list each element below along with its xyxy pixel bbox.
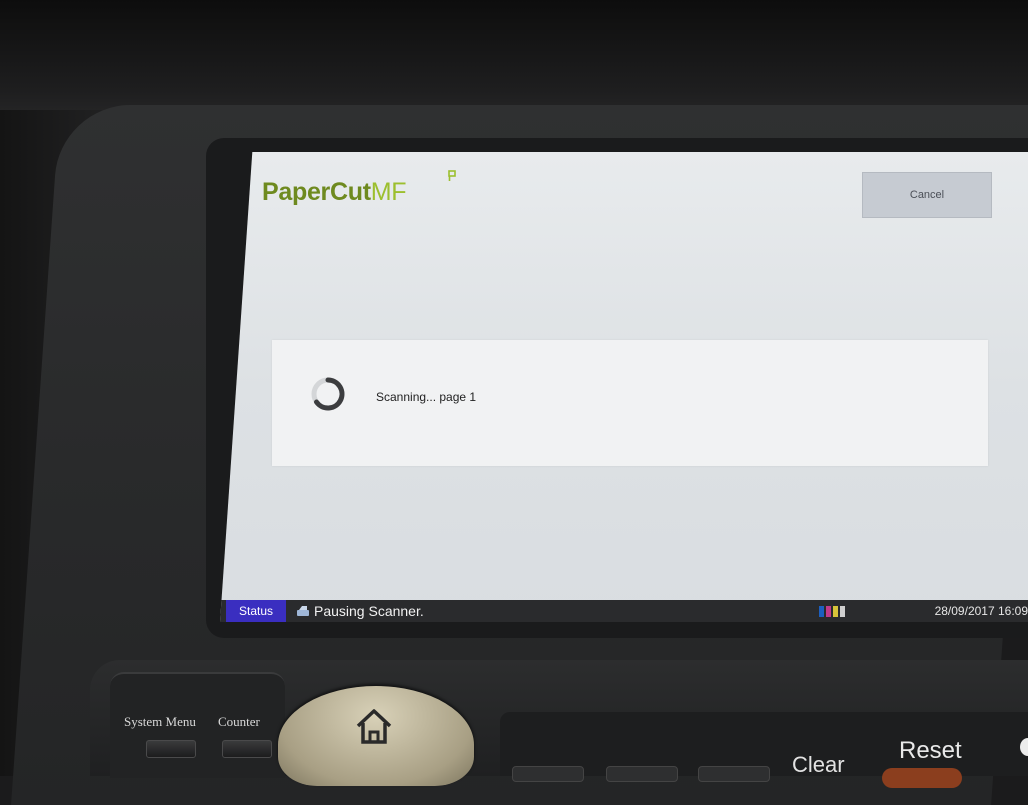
home-icon bbox=[356, 709, 392, 744]
logo-mark-icon bbox=[448, 170, 456, 181]
scan-progress-panel: Scanning... page 1 bbox=[272, 340, 988, 466]
reset-label: Reset bbox=[899, 737, 962, 764]
logo-suffix: MF bbox=[370, 178, 407, 206]
function-key-1[interactable] bbox=[512, 766, 584, 782]
left-key-block: System Menu Counter bbox=[110, 672, 285, 778]
scan-status-text: Scanning... page 1 bbox=[376, 390, 477, 404]
touch-screen: PaperCutMF Cancel Scanning... page 1 Sta… bbox=[220, 152, 1028, 622]
function-key-2[interactable] bbox=[606, 766, 678, 782]
logo-text: PaperCut bbox=[262, 178, 371, 206]
status-message-text: Pausing Scanner. bbox=[314, 603, 424, 619]
scanner-icon bbox=[297, 606, 309, 616]
status-message: Pausing Scanner. bbox=[296, 603, 424, 619]
system-menu-key[interactable] bbox=[146, 740, 196, 758]
status-button[interactable]: Status bbox=[226, 600, 286, 622]
datetime: 28/09/2017 16:09 bbox=[934, 604, 1028, 618]
toner-icon bbox=[819, 606, 845, 617]
reset-key[interactable] bbox=[882, 768, 962, 788]
papercut-logo: PaperCutMF bbox=[262, 178, 407, 207]
status-bar: Status Pausing Scanner. 28/09/2017 16:09 bbox=[220, 600, 1028, 622]
counter-key[interactable] bbox=[222, 740, 272, 758]
function-key-3[interactable] bbox=[698, 766, 770, 782]
clear-label: Clear bbox=[792, 752, 845, 777]
counter-label: Counter bbox=[218, 714, 260, 729]
system-menu-label: System Menu bbox=[124, 714, 196, 729]
spinner-icon bbox=[311, 377, 345, 411]
cancel-button[interactable]: Cancel bbox=[862, 172, 992, 218]
